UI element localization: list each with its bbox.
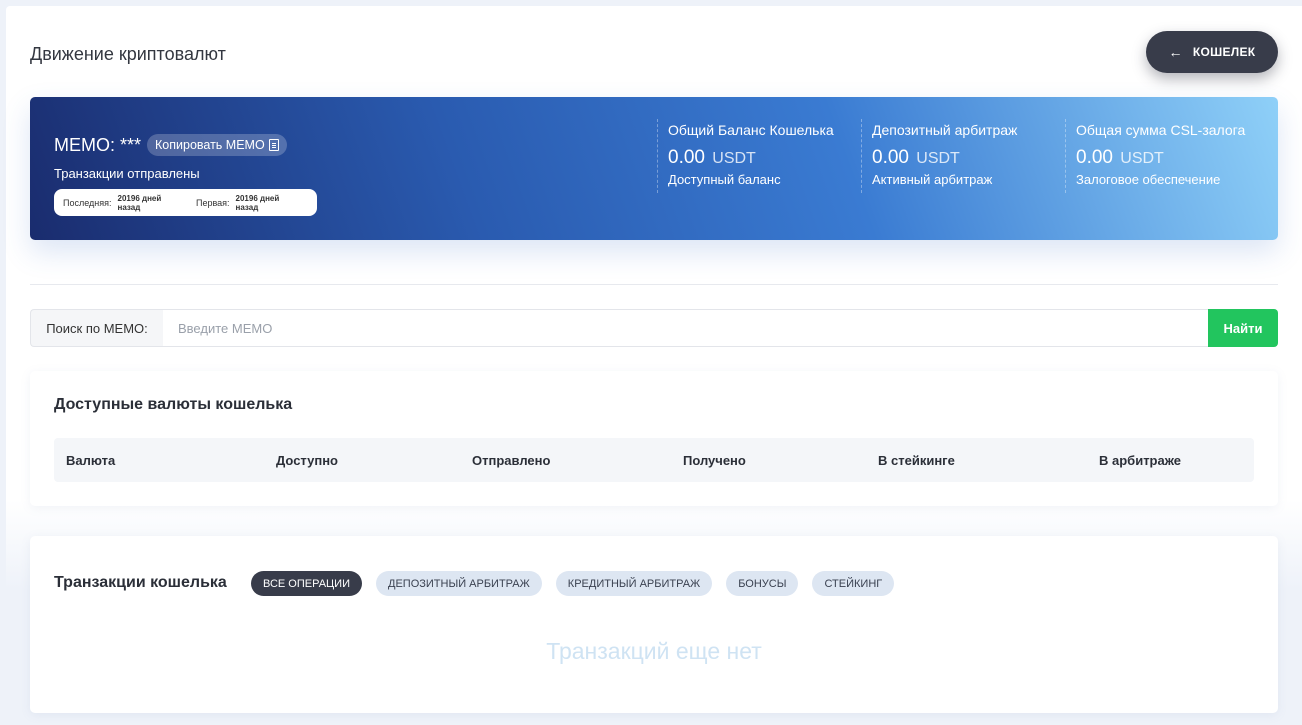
filter-deposit-arbitrage[interactable]: ДЕПОЗИТНЫЙ АРБИТРАЖ	[376, 571, 542, 596]
page-title: Движение криптовалют	[30, 44, 226, 64]
stat-value: 0.00 USDT	[668, 147, 834, 169]
column-header[interactable]: Доступно	[276, 453, 338, 468]
filter-all[interactable]: ВСЕ ОПЕРАЦИИ	[251, 571, 362, 596]
stat-amount: 0.00	[872, 147, 909, 168]
back-button-label: КОШЕЛЕК	[1192, 45, 1256, 59]
last-date-value: 20196 дней назад	[117, 193, 162, 212]
stat-total-balance: Общий Баланс Кошелька 0.00 USDT Доступны…	[657, 119, 834, 193]
memo-label: MEMO: ***	[54, 134, 142, 155]
stat-label: Депозитный арбитраж	[872, 122, 1018, 138]
stat-sub: Активный арбитраж	[872, 172, 993, 187]
filter-bonuses[interactable]: БОНУСЫ	[726, 571, 799, 596]
first-date-value: 20196 дней назад	[235, 193, 280, 212]
stat-amount: 0.00	[668, 147, 705, 168]
memo-search: Поиск по MEMO: Найти	[30, 309, 1278, 347]
column-header[interactable]: Получено	[683, 453, 746, 468]
column-header[interactable]: Валюта	[66, 453, 115, 468]
currencies-table-header: Валюта Доступно Отправлено Получено В ст…	[54, 438, 1254, 482]
transaction-dates: Последняя: 20196 дней назад Первая: 2019…	[54, 189, 317, 216]
copy-icon	[268, 139, 279, 151]
section-divider	[30, 284, 1278, 285]
copy-memo-button[interactable]: Копировать MEMO	[147, 134, 287, 156]
stat-unit: USDT	[916, 150, 960, 167]
stat-value: 0.00 USDT	[872, 147, 1017, 169]
copy-memo-label: Копировать MEMO	[155, 138, 265, 152]
wallet-summary-banner: MEMO: *** Копировать MEMO Транзакции отп…	[30, 97, 1278, 240]
arrow-left-icon: ←	[1168, 44, 1183, 60]
column-header[interactable]: Отправлено	[472, 453, 550, 468]
empty-transactions-message: Транзакций еще нет	[546, 638, 762, 664]
currencies-title: Доступные валюты кошелька	[54, 396, 293, 413]
memo-line: MEMO: *** Копировать MEMO	[54, 134, 287, 156]
first-date-label: Первая:	[195, 197, 230, 208]
transactions-title: Транзакции кошелька	[54, 574, 227, 591]
stat-deposit-arbitrage: Депозитный арбитраж 0.00 USDT Активный а…	[861, 119, 1017, 193]
stat-unit: USDT	[1120, 150, 1164, 167]
column-header[interactable]: В арбитраже	[1099, 453, 1181, 468]
search-label: Поиск по MEMO:	[30, 309, 163, 347]
stat-label: Общий Баланс Кошелька	[668, 122, 834, 138]
stat-sub: Залоговое обеспечение	[1076, 172, 1221, 187]
search-button[interactable]: Найти	[1208, 309, 1278, 347]
stat-amount: 0.00	[1076, 147, 1113, 168]
filter-credit-arbitrage[interactable]: КРЕДИТНЫЙ АРБИТРАЖ	[555, 571, 713, 596]
stat-value: 0.00 USDT	[1076, 147, 1245, 169]
column-header[interactable]: В стейкинге	[878, 453, 955, 468]
transaction-filters: ВСЕ ОПЕРАЦИИ ДЕПОЗИТНЫЙ АРБИТРАЖ КРЕДИТН…	[251, 571, 895, 596]
memo-search-input[interactable]	[163, 309, 1208, 347]
filter-staking[interactable]: СТЕЙКИНГ	[812, 571, 895, 596]
stat-unit: USDT	[712, 150, 756, 167]
back-to-wallet-button[interactable]: ← КОШЕЛЕК	[1146, 31, 1278, 73]
currencies-card: Доступные валюты кошелька Валюта Доступн…	[30, 371, 1278, 506]
transactions-card: Транзакции кошелька ВСЕ ОПЕРАЦИИ ДЕПОЗИТ…	[30, 536, 1278, 713]
transactions-status: Транзакции отправлены	[54, 166, 200, 181]
stat-label: Общая сумма CSL-залога	[1076, 122, 1246, 138]
stat-sub: Доступный баланс	[668, 172, 781, 187]
stat-csl-collateral: Общая сумма CSL-залога 0.00 USDT Залогов…	[1065, 119, 1245, 193]
last-date-label: Последняя:	[63, 197, 112, 208]
